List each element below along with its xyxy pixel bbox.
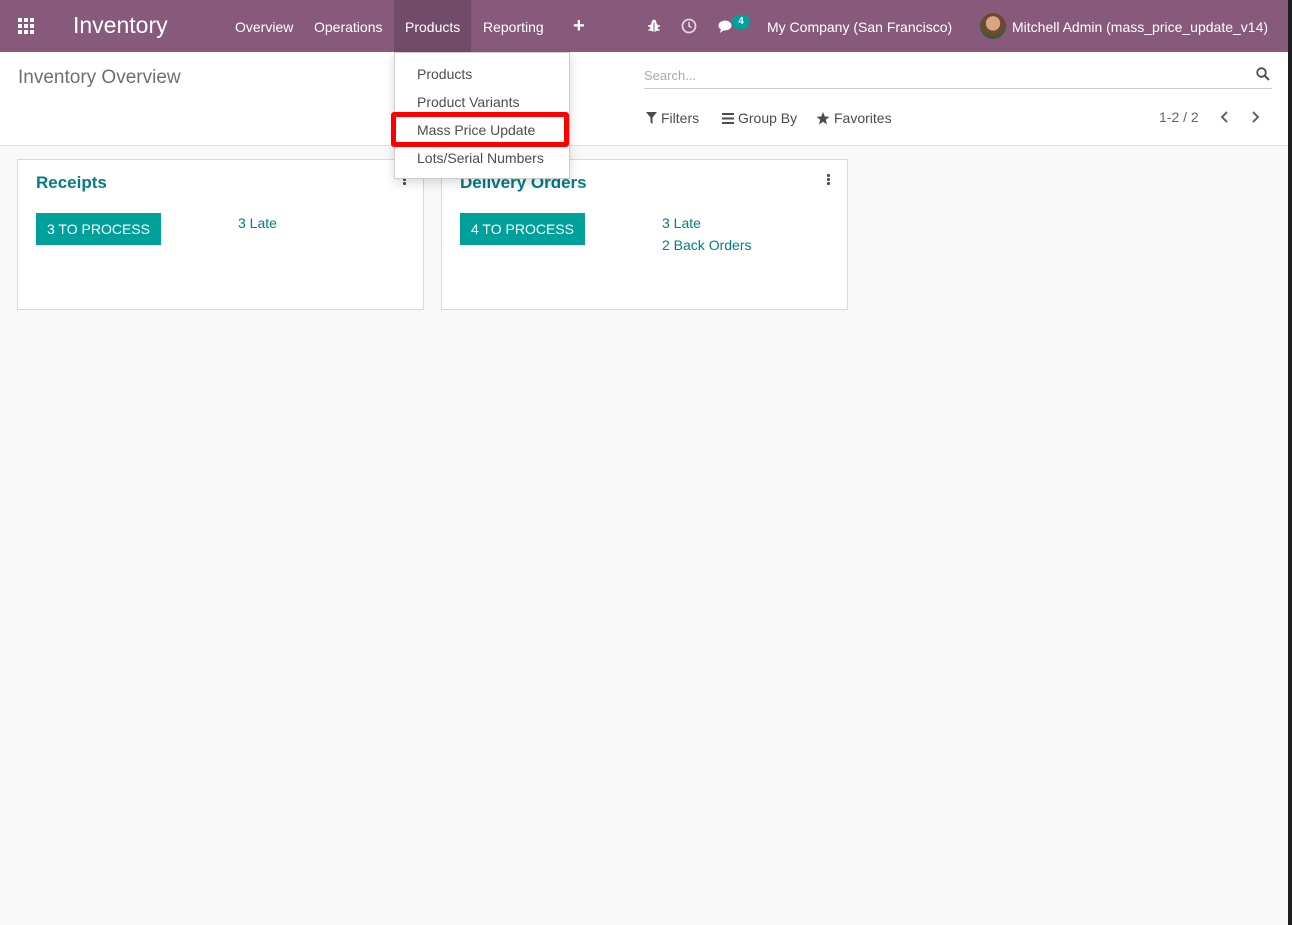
menu-overview[interactable]: Overview [224,0,304,52]
app-brand[interactable]: Inventory [73,12,168,39]
card-title[interactable]: Receipts [36,173,107,193]
chevron-left-icon[interactable] [1218,110,1232,124]
clock-icon[interactable] [681,18,697,34]
menu-products[interactable]: Products [394,0,472,52]
user-menu[interactable]: Mitchell Admin (mass_price_update_v14) [1012,0,1268,54]
control-panel: Inventory Overview Filters Group By Favo… [0,52,1288,146]
list-icon [722,112,734,124]
late-link[interactable]: 3 Late [662,215,701,231]
search-icon[interactable] [1256,67,1270,81]
group-by-button[interactable]: Group By [722,110,797,126]
menu-operations[interactable]: Operations [303,0,393,52]
avatar[interactable] [980,13,1006,39]
dropdown-item-product-variants[interactable]: Product Variants [417,94,519,110]
to-process-button[interactable]: 3 TO PROCESS [36,213,161,245]
chat-count-badge: 4 [732,15,750,29]
highlight-box [391,112,569,147]
dropdown-item-products[interactable]: Products [417,66,472,82]
apps-grid-icon[interactable] [18,18,36,34]
menu-reporting[interactable]: Reporting [472,0,555,52]
window-edge [1288,0,1292,925]
add-menu-icon[interactable]: + [573,16,585,36]
bug-icon[interactable] [646,18,662,34]
back-orders-link[interactable]: 2 Back Orders [662,237,751,253]
page-title: Inventory Overview [18,67,181,88]
receipts-card: Receipts 3 TO PROCESS 3 Late [17,159,424,310]
star-icon [816,111,830,124]
card-menu-icon[interactable] [827,174,831,186]
group-by-label: Group By [738,110,798,126]
favorites-button[interactable]: Favorites [816,110,892,126]
search-input[interactable] [644,64,1234,86]
search-bar [644,64,1272,89]
chevron-right-icon[interactable] [1248,110,1262,124]
filters-label: Filters [661,110,700,126]
pager-value[interactable]: 1-2 / 2 [1159,109,1199,125]
filters-button[interactable]: Filters [646,110,699,126]
delivery-orders-card: Delivery Orders 4 TO PROCESS 3 Late 2 Ba… [441,159,848,310]
company-switcher[interactable]: My Company (San Francisco) [767,0,952,54]
late-link[interactable]: 3 Late [238,215,277,231]
to-process-button[interactable]: 4 TO PROCESS [460,213,585,245]
dropdown-item-lots-serial-numbers[interactable]: Lots/Serial Numbers [417,150,544,166]
top-navbar: Inventory Overview Operations Products R… [0,0,1288,52]
filter-icon [646,112,657,124]
favorites-label: Favorites [834,110,892,126]
